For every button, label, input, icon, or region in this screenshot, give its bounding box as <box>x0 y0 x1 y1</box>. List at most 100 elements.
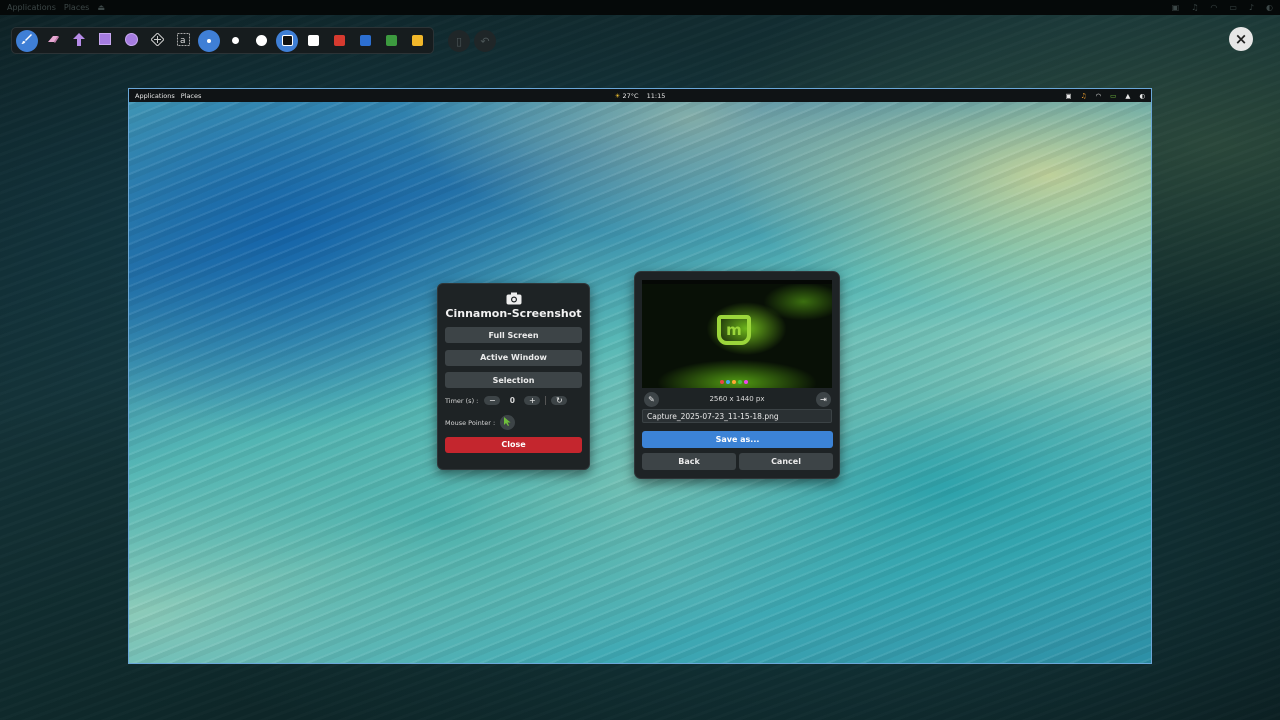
notification-tray-icon: ♪ <box>1248 3 1255 12</box>
weather-temp: 27°C <box>622 91 639 100</box>
wifi-tray-icon: ◠ <box>1210 3 1218 12</box>
arrow-tool-button[interactable] <box>68 30 90 52</box>
refresh-icon: ↻ <box>556 396 563 405</box>
size-large-button[interactable] <box>250 30 272 52</box>
user-icon: ◐ <box>1139 91 1145 100</box>
dock-icon <box>726 380 730 384</box>
undo-button[interactable]: ↶ <box>474 30 496 52</box>
close-icon: × <box>1234 29 1248 48</box>
mint-logo-image: m <box>717 315 751 345</box>
screenshot-icon: ▣ <box>1065 91 1072 100</box>
color-red-button[interactable] <box>328 30 350 52</box>
copy-icon: ▯ <box>455 34 463 48</box>
eraser-icon <box>47 33 60 48</box>
dock-icon <box>738 380 742 384</box>
open-external-button[interactable]: ⇥ <box>816 392 831 407</box>
image-dimensions: 2560 x 1440 px <box>642 391 832 407</box>
places-menu[interactable]: Places <box>64 3 89 12</box>
text-tool-button[interactable]: a <box>172 30 194 52</box>
color-green-button[interactable] <box>380 30 402 52</box>
dialog-title: Cinnamon-Screenshot <box>445 307 582 320</box>
close-button[interactable]: Close <box>445 436 582 453</box>
green-swatch <box>385 35 397 46</box>
clock-weather: ☀ 27°C 11:15 <box>129 92 1151 100</box>
mouse-pointer-toggle[interactable] <box>500 415 516 430</box>
brush-icon <box>21 33 33 48</box>
color-blue-button[interactable] <box>354 30 376 52</box>
cancel-button[interactable]: Cancel <box>739 453 833 470</box>
selection-button[interactable]: Selection <box>445 372 582 388</box>
bell-icon: ▲ <box>1125 91 1131 100</box>
active-window-button[interactable]: Active Window <box>445 349 582 366</box>
white-swatch <box>307 35 319 46</box>
blur-tool-button[interactable] <box>146 30 168 52</box>
text-icon: a <box>176 32 190 49</box>
black-swatch <box>281 35 293 46</box>
red-swatch <box>333 35 345 46</box>
rectangle-tool-button[interactable] <box>94 30 116 52</box>
color-yellow-button[interactable] <box>406 30 428 52</box>
dimensions-text: 2560 x 1440 px <box>709 395 765 403</box>
clock-time: 11:15 <box>646 91 666 100</box>
camera-icon <box>506 290 522 305</box>
ellipse-tool-button[interactable] <box>120 30 142 52</box>
svg-text:a: a <box>180 36 186 46</box>
size-small-button[interactable] <box>198 29 220 52</box>
filename-text: Capture_2025-07-23_11-15-18.png <box>647 411 779 421</box>
small-dot-icon <box>207 38 211 43</box>
dock-icon <box>744 380 748 384</box>
undo-icon: ↶ <box>480 34 490 48</box>
color-black-button[interactable] <box>276 29 298 52</box>
eraser-tool-button[interactable] <box>42 30 64 52</box>
applications-menu[interactable]: Applications <box>7 3 56 12</box>
screenshot-dialog: Cinnamon-Screenshot Full Screen Active W… <box>437 283 590 470</box>
dock-icon <box>720 380 724 384</box>
sun-icon: ☀ <box>614 91 621 100</box>
music-icon: ♫ <box>1080 91 1087 100</box>
wifi-icon: ◠ <box>1095 91 1102 100</box>
timer-reset-button[interactable]: ↻ <box>551 396 568 405</box>
captured-places-menu[interactable]: Places <box>181 92 202 100</box>
preview-panel <box>642 280 832 284</box>
mouse-pointer-row: Mouse Pointer : <box>445 415 582 430</box>
captured-applications-menu[interactable]: Applications <box>135 92 175 100</box>
timer-decrease-button[interactable]: − <box>484 396 501 405</box>
copy-button[interactable]: ▯ <box>448 30 470 52</box>
cursor-icon <box>504 417 511 428</box>
preview-dock <box>720 380 754 384</box>
full-screen-button[interactable]: Full Screen <box>445 327 582 343</box>
selection-area[interactable]: Applications Places ☀ 27°C 11:15 ▣ ♫ ◠ ▭… <box>128 88 1152 664</box>
medium-dot-icon <box>231 37 239 44</box>
large-dot-icon <box>255 35 267 46</box>
close-overlay-button[interactable]: × <box>1229 27 1253 51</box>
timer-value: 0 <box>509 396 515 405</box>
size-medium-button[interactable] <box>224 30 246 52</box>
mouse-pointer-label: Mouse Pointer : <box>445 418 496 427</box>
top-panel-dimmed: Applications Places ⏏ ▣ ♫ ◠ ▭ ♪ ◐ <box>0 0 1280 15</box>
save-as-button[interactable]: Save as... <box>642 431 833 448</box>
battery-tray-icon: ▭ <box>1229 3 1237 12</box>
blue-swatch <box>359 35 371 46</box>
dock-icon <box>732 380 736 384</box>
captured-system-tray: ▣ ♫ ◠ ▭ ▲ ◐ <box>1066 92 1145 100</box>
back-button[interactable]: Back <box>642 453 736 470</box>
screenshot-tray-icon: ▣ <box>1171 3 1180 12</box>
captured-top-panel: Applications Places ☀ 27°C 11:15 ▣ ♫ ◠ ▭… <box>129 89 1151 102</box>
annotation-toolbar: a <box>11 27 434 54</box>
minus-icon: − <box>489 396 496 405</box>
divider <box>545 396 547 405</box>
screenshot-preview: m <box>642 280 832 388</box>
timer-increase-button[interactable]: + <box>524 396 541 405</box>
rectangle-icon <box>99 33 111 48</box>
blur-icon <box>149 31 165 49</box>
export-icon: ⇥ <box>820 395 827 404</box>
user-tray-icon: ◐ <box>1266 3 1273 12</box>
music-tray-icon: ♫ <box>1191 3 1199 12</box>
eject-icon: ⏏ <box>97 3 105 12</box>
plus-icon: + <box>529 396 536 405</box>
brush-tool-button[interactable] <box>16 29 38 52</box>
arrow-up-icon <box>73 32 85 49</box>
filename-field[interactable]: Capture_2025-07-23_11-15-18.png <box>642 409 832 423</box>
system-tray: ▣ ♫ ◠ ▭ ♪ ◐ <box>1172 3 1273 12</box>
color-white-button[interactable] <box>302 30 324 52</box>
